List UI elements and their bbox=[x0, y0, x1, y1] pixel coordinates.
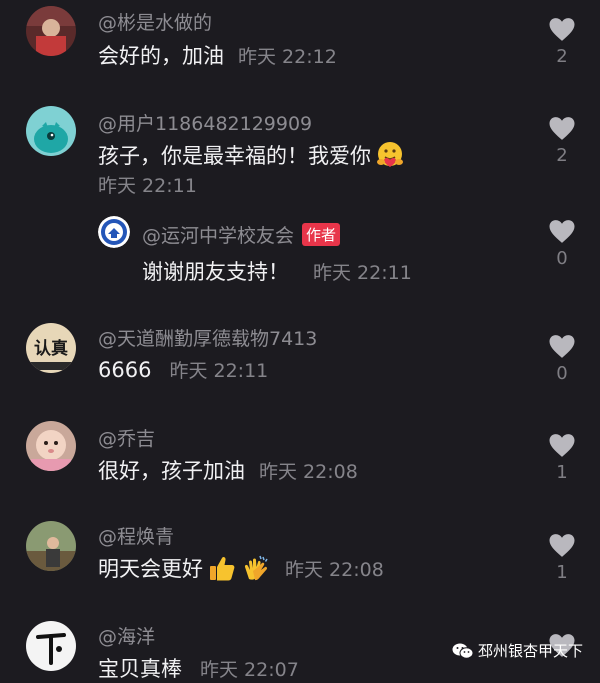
comment-text: 孩子，你是最幸福的！我爱你 bbox=[98, 140, 405, 170]
comment-username[interactable]: @海洋 bbox=[98, 622, 155, 649]
heart-icon bbox=[549, 434, 575, 457]
heart-icon bbox=[549, 534, 575, 557]
comment-time: 昨天 22:11 bbox=[98, 175, 197, 197]
comment-time: 昨天 22:08 bbox=[285, 558, 384, 581]
comment-body: 会好的，加油 bbox=[98, 44, 224, 68]
heart-icon bbox=[549, 220, 575, 243]
avatar[interactable]: 认真 bbox=[26, 323, 76, 373]
author-badge: 作者 bbox=[302, 223, 341, 246]
comment-time: 昨天 22:08 bbox=[259, 460, 358, 483]
comment-text: 宝贝真棒 昨天 22:07 bbox=[98, 653, 299, 683]
comment-body: 孩子，你是最幸福的！我爱你 bbox=[98, 144, 371, 168]
comment-username: @运河中学校友会 作者 bbox=[142, 221, 341, 248]
like-count: 2 bbox=[556, 46, 568, 67]
comment-text: 明天会更好 昨天 22:08 bbox=[98, 553, 384, 583]
like-count: 2 bbox=[556, 145, 568, 166]
avatar[interactable] bbox=[98, 216, 130, 248]
avatar[interactable] bbox=[26, 106, 76, 156]
avatar[interactable] bbox=[26, 621, 76, 671]
like-count: 0 bbox=[556, 248, 568, 269]
comment-text: 谢谢朋友支持！ 昨天 22:11 bbox=[142, 256, 412, 286]
like-button[interactable]: 0 bbox=[544, 334, 580, 384]
reply-username[interactable]: @运河中学校友会 bbox=[142, 225, 294, 247]
comment-username[interactable]: @用户1186482129909 bbox=[98, 109, 312, 136]
like-count: 1 bbox=[556, 562, 568, 583]
avatar-text: 认真 bbox=[34, 338, 68, 359]
comment-username[interactable]: @程焕青 bbox=[98, 522, 174, 549]
clapping-hands-emoji bbox=[241, 553, 271, 583]
like-button[interactable]: 1 bbox=[544, 433, 580, 483]
comment-body: 明天会更好 bbox=[98, 557, 203, 581]
heart-icon bbox=[549, 18, 575, 41]
like-button[interactable]: 1 bbox=[544, 533, 580, 583]
heart-icon bbox=[549, 117, 575, 140]
comment-text: 很好，孩子加油 昨天 22:08 bbox=[98, 455, 358, 485]
like-button[interactable]: 0 bbox=[544, 219, 580, 269]
thumbs-up-emoji bbox=[207, 553, 237, 583]
comment-time: 昨天 22:11 bbox=[169, 360, 269, 382]
heart-icon bbox=[549, 335, 575, 358]
watermark-text: 邳州银杏甲天下 bbox=[478, 642, 584, 660]
wechat-icon bbox=[452, 643, 474, 659]
comment-text: 6666 昨天 22:11 bbox=[98, 356, 268, 383]
like-button[interactable]: 2 bbox=[544, 17, 580, 67]
like-count: 0 bbox=[556, 363, 568, 384]
comment-time: 昨天 22:12 bbox=[238, 45, 337, 68]
comment-username[interactable]: @天道酬勤厚德载物7413 bbox=[98, 324, 317, 351]
avatar[interactable] bbox=[26, 421, 76, 471]
like-button[interactable]: 2 bbox=[544, 116, 580, 166]
comment-username[interactable]: @乔吉 bbox=[98, 424, 155, 451]
like-count: 1 bbox=[556, 462, 568, 483]
comment-text: 会好的，加油 昨天 22:12 bbox=[98, 40, 337, 70]
comment-body: 6666 bbox=[98, 357, 152, 382]
comment-time: 昨天 22:07 bbox=[200, 658, 299, 681]
comment-body: 宝贝真棒 bbox=[98, 657, 182, 681]
hugging-face-emoji bbox=[375, 140, 405, 170]
avatar[interactable] bbox=[26, 521, 76, 571]
watermark: 邳州银杏甲天下 bbox=[452, 640, 583, 661]
comment-username[interactable]: @彬是水做的 bbox=[98, 8, 212, 35]
comment-time: 昨天 22:11 bbox=[313, 261, 412, 284]
avatar[interactable] bbox=[26, 6, 76, 56]
comment-body: 谢谢朋友支持！ bbox=[142, 260, 289, 284]
comment-body: 很好，孩子加油 bbox=[98, 459, 245, 483]
